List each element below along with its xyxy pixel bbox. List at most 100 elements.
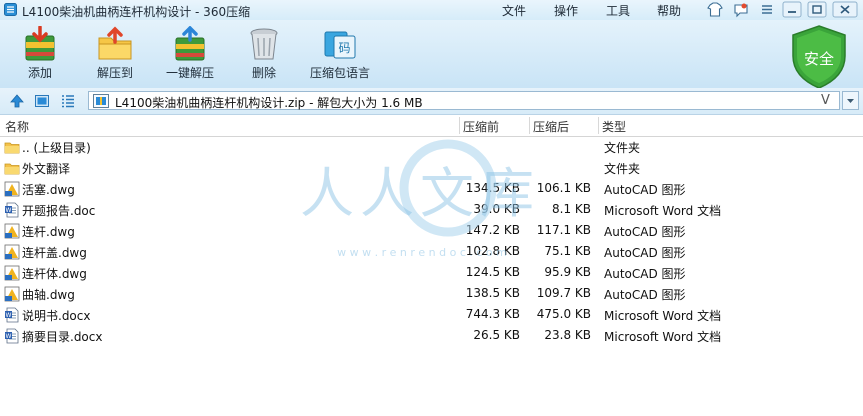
file-packed-size: 117.1 KB xyxy=(536,223,591,237)
column-divider[interactable] xyxy=(529,117,530,134)
column-divider[interactable] xyxy=(598,117,599,134)
file-row[interactable]: 外文翻译 文件夹 xyxy=(0,157,863,178)
file-name: 说明书.docx xyxy=(22,309,91,323)
chevron-down-icon xyxy=(847,99,854,103)
extract-to-label: 解压到 xyxy=(96,66,133,80)
word-file-icon: W xyxy=(5,202,19,218)
file-packed-size: 75.1 KB xyxy=(544,244,591,258)
security-shield-icon[interactable]: 安全 xyxy=(789,24,849,90)
menu-lines-icon[interactable] xyxy=(756,1,778,18)
extract-to-button[interactable]: 解压到 xyxy=(80,26,150,81)
file-packed-size: 23.8 KB xyxy=(544,328,591,342)
column-packed[interactable]: 压缩后 xyxy=(533,118,569,135)
archive-language-label: 压缩包语言 xyxy=(309,66,370,80)
file-name: 摘要目录.docx xyxy=(22,330,103,344)
file-type: AutoCAD 图形 xyxy=(604,267,686,281)
maximize-icon[interactable] xyxy=(806,1,828,18)
dwg-file-icon xyxy=(4,181,20,197)
file-list-header: 名称 压缩前 压缩后 类型 xyxy=(0,115,863,137)
dwg-file-icon xyxy=(4,286,20,302)
file-type: AutoCAD 图形 xyxy=(604,183,686,197)
folder-icon xyxy=(4,142,20,154)
extract-to-icon xyxy=(98,26,132,60)
column-size[interactable]: 压缩前 xyxy=(463,118,499,135)
file-size: 744.3 KB xyxy=(465,307,520,321)
address-field[interactable]: L4100柴油机曲柄连杆机构设计.zip - 解包大小为 1.6 MB V xyxy=(88,91,840,110)
file-row[interactable]: W 摘要目录.docx 26.5 KB 23.8 KB Microsoft Wo… xyxy=(0,325,863,346)
skin-shirt-icon[interactable] xyxy=(704,1,726,18)
file-size: 138.5 KB xyxy=(465,286,520,300)
file-type: AutoCAD 图形 xyxy=(604,246,686,260)
menu-help[interactable]: 帮助 xyxy=(657,2,681,19)
file-name: 活塞.dwg xyxy=(22,183,75,197)
file-size: 39.0 KB xyxy=(473,202,520,216)
file-size: 124.5 KB xyxy=(465,265,520,279)
file-row[interactable]: W 开题报告.doc 39.0 KB 8.1 KB Microsoft Word… xyxy=(0,199,863,220)
file-packed-size: 95.9 KB xyxy=(544,265,591,279)
file-type: 文件夹 xyxy=(604,162,641,176)
file-row[interactable]: 连杆盖.dwg 102.8 KB 75.1 KB AutoCAD 图形 xyxy=(0,241,863,262)
column-type[interactable]: 类型 xyxy=(602,118,626,135)
add-archive-icon xyxy=(25,26,55,61)
file-type: AutoCAD 图形 xyxy=(604,288,686,302)
delete-label: 删除 xyxy=(251,66,276,80)
file-size: 147.2 KB xyxy=(465,223,520,237)
file-row[interactable]: 活塞.dwg 134.5 KB 106.1 KB AutoCAD 图形 xyxy=(0,178,863,199)
one-click-extract-button[interactable]: 一键解压 xyxy=(155,26,225,81)
column-divider[interactable] xyxy=(459,117,460,134)
app-logo-icon xyxy=(4,3,17,16)
folder-icon xyxy=(4,163,20,175)
menu-operate[interactable]: 操作 xyxy=(554,2,578,19)
dwg-file-icon xyxy=(4,244,20,260)
file-size: 26.5 KB xyxy=(473,328,520,342)
list-view-icon[interactable] xyxy=(60,93,76,109)
file-type: AutoCAD 图形 xyxy=(604,225,686,239)
file-row[interactable]: 曲轴.dwg 138.5 KB 109.7 KB AutoCAD 图形 xyxy=(0,283,863,304)
file-name: 开题报告.doc xyxy=(22,204,96,218)
column-name[interactable]: 名称 xyxy=(5,118,29,135)
archive-language-button[interactable]: 码 压缩包语言 xyxy=(305,26,375,81)
file-size: 134.5 KB xyxy=(465,181,520,195)
file-row[interactable]: 连杆.dwg 147.2 KB 117.1 KB AutoCAD 图形 xyxy=(0,220,863,241)
address-path: L4100柴油机曲柄连杆机构设计.zip - 解包大小为 1.6 MB xyxy=(115,96,423,110)
menu-file[interactable]: 文件 xyxy=(502,2,526,19)
address-bar: L4100柴油机曲柄连杆机构设计.zip - 解包大小为 1.6 MB V xyxy=(0,88,863,115)
dwg-file-icon xyxy=(4,223,20,239)
file-type: Microsoft Word 文档 xyxy=(604,330,722,344)
add-label: 添加 xyxy=(27,66,52,80)
file-type: Microsoft Word 文档 xyxy=(604,204,722,218)
file-name: 连杆盖.dwg xyxy=(22,246,87,260)
delete-button[interactable]: 删除 xyxy=(229,26,299,81)
file-packed-size: 109.7 KB xyxy=(536,286,591,300)
file-row[interactable]: W 说明书.docx 744.3 KB 475.0 KB Microsoft W… xyxy=(0,304,863,325)
chevron-v-icon[interactable]: V xyxy=(821,93,830,108)
file-name: .. (上级目录) xyxy=(22,141,91,155)
up-arrow-icon[interactable] xyxy=(9,93,25,109)
word-file-icon: W xyxy=(5,307,19,323)
file-size: 102.8 KB xyxy=(465,244,520,258)
close-icon[interactable] xyxy=(832,1,858,18)
security-label: 安全 xyxy=(804,50,834,68)
file-type: Microsoft Word 文档 xyxy=(604,309,722,323)
file-name: 外文翻译 xyxy=(22,162,71,176)
file-name: 曲轴.dwg xyxy=(22,288,75,302)
file-name: 连杆体.dwg xyxy=(22,267,87,281)
svg-text:W: W xyxy=(6,207,12,214)
toolbar: 添加 解压到 一键解压 删除 码 压缩包语言 安全 xyxy=(0,20,863,90)
add-button[interactable]: 添加 xyxy=(5,26,75,81)
trash-can-icon xyxy=(250,28,278,60)
minimize-icon[interactable] xyxy=(781,1,803,18)
file-packed-size: 475.0 KB xyxy=(536,307,591,321)
menu-tools[interactable]: 工具 xyxy=(606,2,630,19)
file-row[interactable]: .. (上级目录) 文件夹 xyxy=(0,136,863,157)
dwg-file-icon xyxy=(4,265,20,281)
window-title: L4100柴油机曲柄连杆机构设计 - 360压缩 xyxy=(22,5,251,19)
address-dropdown-button[interactable] xyxy=(842,91,859,110)
file-packed-size: 106.1 KB xyxy=(536,181,591,195)
thumbnail-view-icon[interactable] xyxy=(34,93,50,109)
message-icon[interactable] xyxy=(730,1,752,18)
file-row[interactable]: 连杆体.dwg 124.5 KB 95.9 KB AutoCAD 图形 xyxy=(0,262,863,283)
svg-text:码: 码 xyxy=(338,41,350,55)
word-file-icon: W xyxy=(5,328,19,344)
one-click-extract-label: 一键解压 xyxy=(165,66,214,80)
